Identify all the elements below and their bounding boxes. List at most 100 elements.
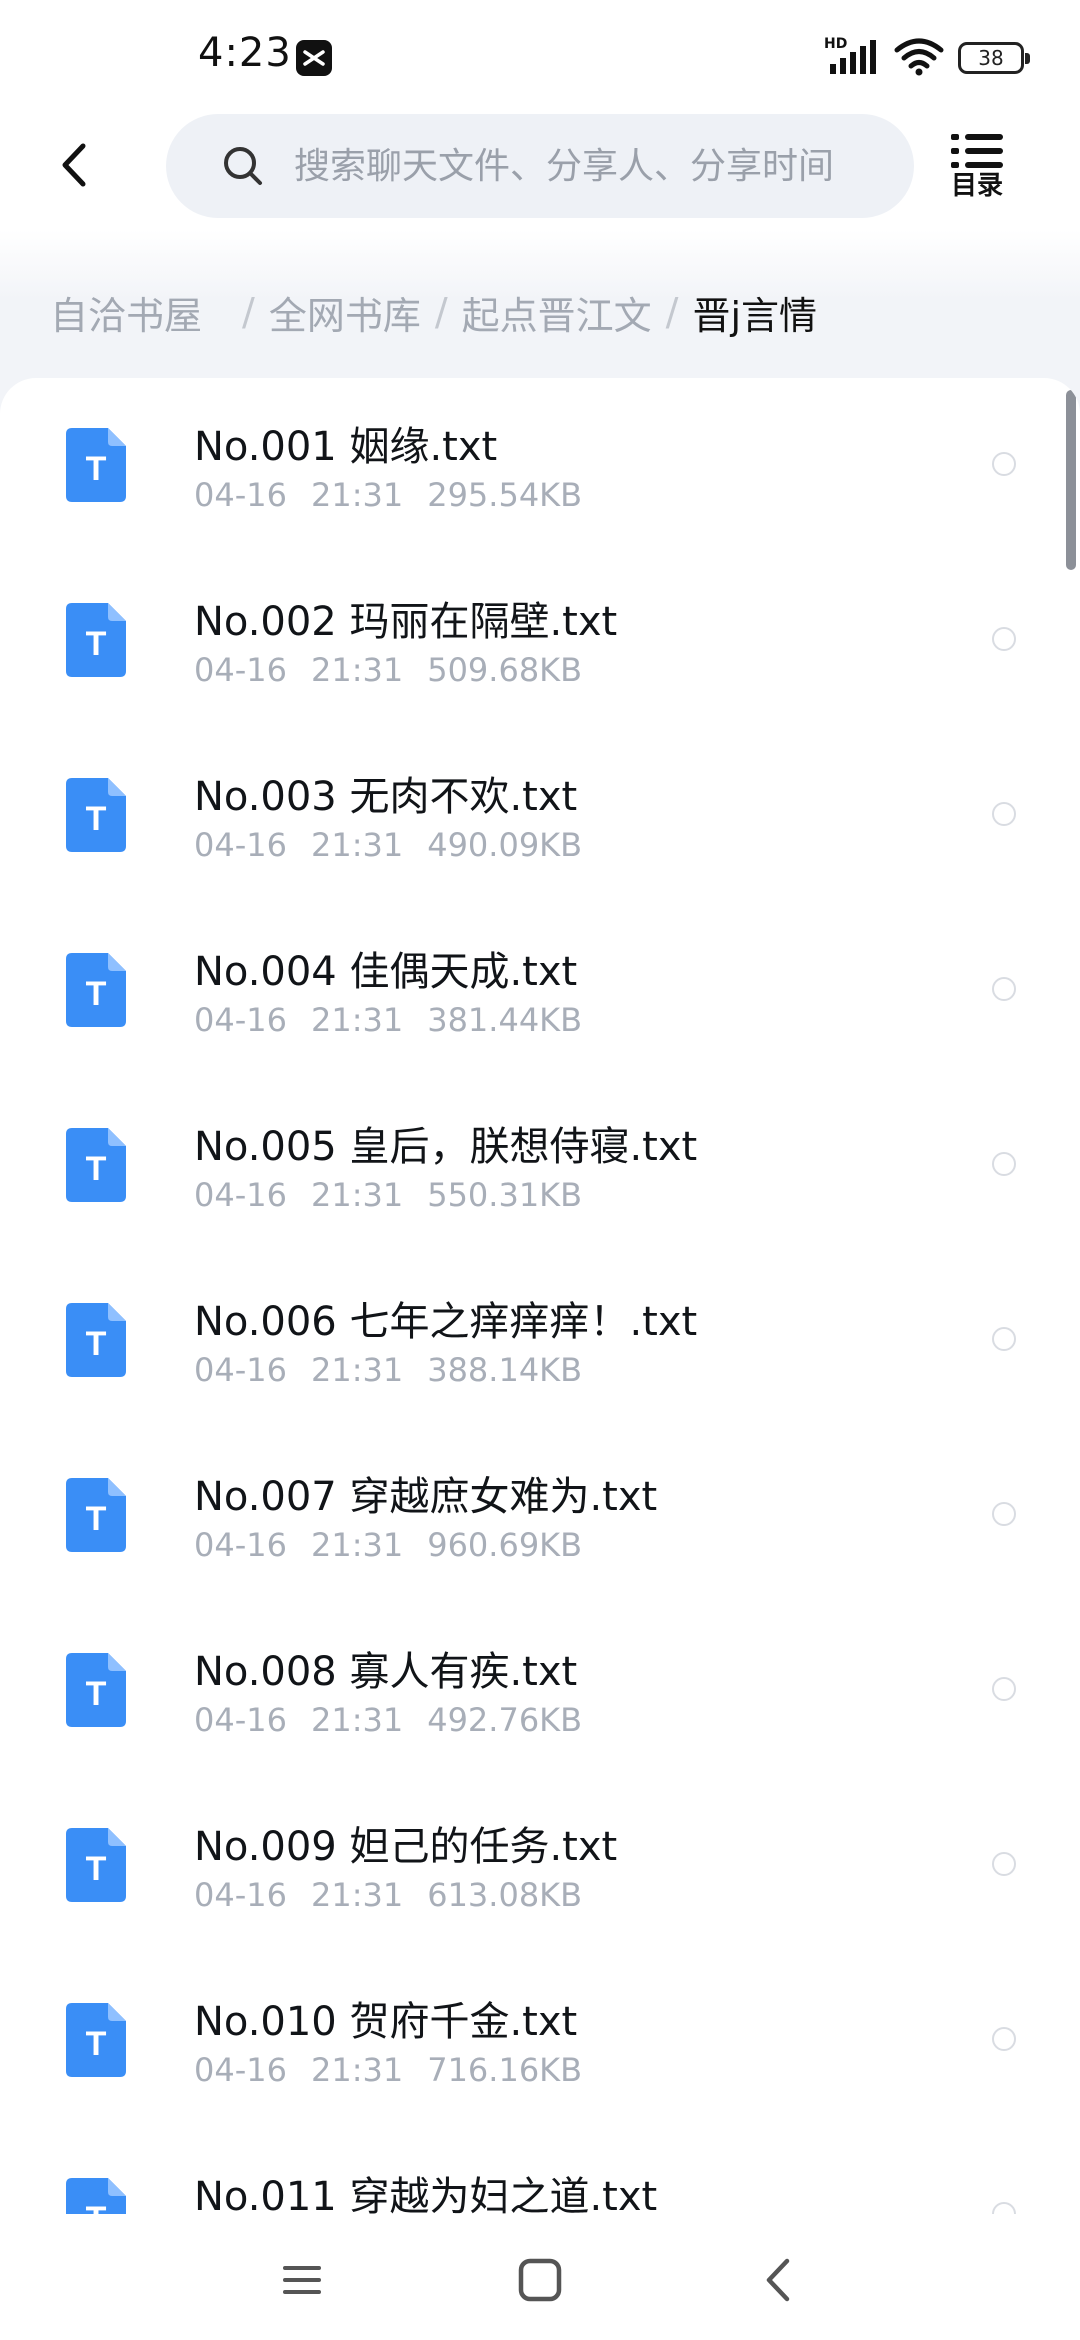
file-row[interactable]: T No.007 穿越庶女难为.txt 04-16 21:31 960.69KB bbox=[0, 1428, 1080, 1603]
file-row[interactable]: T No.002 玛丽在隔壁.txt 04-16 21:31 509.68KB bbox=[0, 553, 1080, 728]
file-name: No.002 玛丽在隔壁.txt bbox=[194, 599, 618, 645]
file-time: 21:31 bbox=[310, 1351, 404, 1389]
file-icon-letter: T bbox=[86, 800, 107, 838]
search-icon bbox=[224, 147, 262, 185]
breadcrumb-separator: / bbox=[242, 290, 255, 334]
text-file-icon: T bbox=[66, 1128, 126, 1202]
file-name: No.007 穿越庶女难为.txt bbox=[194, 1474, 658, 1520]
text-file-icon: T bbox=[66, 603, 126, 677]
file-name: No.006 七年之痒痒痒！.txt bbox=[194, 1299, 698, 1345]
square-icon bbox=[518, 2258, 562, 2302]
file-row[interactable]: T No.011 穿越为妇之道.txt bbox=[0, 2128, 1080, 2214]
file-size: 960.69KB bbox=[427, 1526, 583, 1564]
file-meta: 04-16 21:31 550.31KB bbox=[194, 1176, 606, 1214]
chevron-left-icon bbox=[62, 143, 86, 187]
file-time: 21:31 bbox=[310, 826, 404, 864]
file-date: 04-16 bbox=[194, 651, 287, 689]
file-size: 492.76KB bbox=[427, 1701, 583, 1739]
select-radio[interactable] bbox=[992, 1677, 1016, 1701]
breadcrumb-separator: / bbox=[434, 290, 448, 334]
breadcrumb: 自洽书屋 / 全网书库 / 起点晋江文 / 晋j言情 bbox=[50, 282, 817, 342]
signal-icon: HD bbox=[824, 36, 880, 78]
text-file-icon: T bbox=[66, 1303, 126, 1377]
file-time: 21:31 bbox=[310, 1176, 404, 1214]
file-list: T No.001 姻缘.txt 04-16 21:31 295.54KB T No.002 … bbox=[0, 378, 1080, 2214]
file-time: 21:31 bbox=[310, 476, 404, 514]
file-meta: 04-16 21:31 960.69KB bbox=[194, 1526, 606, 1564]
file-meta: 04-16 21:31 388.14KB bbox=[194, 1351, 606, 1389]
file-meta: 04-16 21:31 295.54KB bbox=[194, 476, 606, 514]
select-radio[interactable] bbox=[992, 627, 1016, 651]
select-radio[interactable] bbox=[992, 1152, 1016, 1176]
file-name: No.003 无肉不欢.txt bbox=[194, 774, 578, 820]
app-notification-icon bbox=[296, 40, 332, 76]
text-file-icon: T bbox=[66, 953, 126, 1027]
select-radio[interactable] bbox=[992, 1502, 1016, 1526]
file-row[interactable]: T No.004 佳偶天成.txt 04-16 21:31 381.44KB bbox=[0, 903, 1080, 1078]
file-meta: 04-16 21:31 716.16KB bbox=[194, 2051, 606, 2089]
file-meta: 04-16 21:31 492.76KB bbox=[194, 1701, 606, 1739]
file-size: 381.44KB bbox=[427, 1001, 583, 1039]
file-date: 04-16 bbox=[194, 826, 287, 864]
text-file-icon: T bbox=[66, 778, 126, 852]
file-time: 21:31 bbox=[310, 1526, 404, 1564]
file-icon-letter: T bbox=[86, 2025, 107, 2063]
wifi-icon bbox=[894, 36, 944, 80]
file-row[interactable]: T No.010 贺府千金.txt 04-16 21:31 716.16KB bbox=[0, 1953, 1080, 2128]
search-input[interactable] bbox=[292, 144, 896, 188]
breadcrumb-item[interactable]: 自洽书屋 bbox=[50, 285, 202, 340]
file-size: 295.54KB bbox=[427, 476, 583, 514]
nav-home-button[interactable] bbox=[510, 2250, 570, 2310]
file-time: 21:31 bbox=[310, 2051, 404, 2089]
battery-level: 38 bbox=[978, 46, 1004, 70]
file-size: 550.31KB bbox=[427, 1176, 583, 1214]
file-date: 04-16 bbox=[194, 1701, 287, 1739]
status-indicators: HD 38 bbox=[824, 36, 1030, 80]
list-icon bbox=[951, 134, 1003, 168]
select-radio[interactable] bbox=[992, 452, 1016, 476]
select-radio[interactable] bbox=[992, 977, 1016, 1001]
file-date: 04-16 bbox=[194, 1526, 287, 1564]
file-size: 716.16KB bbox=[427, 2051, 583, 2089]
file-name: No.008 寡人有疾.txt bbox=[194, 1649, 578, 1695]
nav-menu-button[interactable] bbox=[272, 2250, 332, 2310]
breadcrumb-item[interactable]: 起点晋江文 bbox=[462, 285, 652, 340]
select-radio[interactable] bbox=[992, 802, 1016, 826]
file-icon-letter: T bbox=[86, 625, 107, 663]
file-icon-letter: T bbox=[86, 975, 107, 1013]
file-row[interactable]: T No.005 皇后，朕想侍寝.txt 04-16 21:31 550.31KB bbox=[0, 1078, 1080, 1253]
file-date: 04-16 bbox=[194, 476, 287, 514]
file-name: No.001 姻缘.txt bbox=[194, 424, 498, 470]
file-row[interactable]: T No.009 妲己的任务.txt 04-16 21:31 613.08KB bbox=[0, 1778, 1080, 1953]
file-row[interactable]: T No.006 七年之痒痒痒！.txt 04-16 21:31 388.14KB bbox=[0, 1253, 1080, 1428]
select-radio[interactable] bbox=[992, 2202, 1016, 2214]
text-file-icon: T bbox=[66, 1653, 126, 1727]
file-meta: 04-16 21:31 509.68KB bbox=[194, 651, 606, 689]
select-radio[interactable] bbox=[992, 1852, 1016, 1876]
text-file-icon: T bbox=[66, 1828, 126, 1902]
file-icon-letter: T bbox=[86, 450, 107, 488]
file-row[interactable]: T No.001 姻缘.txt 04-16 21:31 295.54KB bbox=[0, 378, 1080, 553]
select-radio[interactable] bbox=[992, 1327, 1016, 1351]
breadcrumb-separator: / bbox=[665, 290, 679, 334]
nav-back-button[interactable] bbox=[748, 2250, 808, 2310]
select-radio[interactable] bbox=[992, 2027, 1016, 2051]
file-name: No.010 贺府千金.txt bbox=[194, 1999, 578, 2045]
file-date: 04-16 bbox=[194, 1351, 287, 1389]
file-row[interactable]: T No.003 无肉不欢.txt 04-16 21:31 490.09KB bbox=[0, 728, 1080, 903]
file-icon-letter: T bbox=[86, 1325, 107, 1363]
file-name: No.004 佳偶天成.txt bbox=[194, 949, 578, 995]
breadcrumb-item[interactable]: 全网书库 bbox=[269, 285, 421, 340]
search-box[interactable] bbox=[166, 114, 914, 218]
file-size: 509.68KB bbox=[427, 651, 583, 689]
battery-icon: 38 bbox=[958, 42, 1030, 74]
toc-button[interactable]: 目录 bbox=[944, 130, 1010, 210]
file-icon-letter: T bbox=[86, 1500, 107, 1538]
file-name: No.009 妲己的任务.txt bbox=[194, 1824, 618, 1870]
file-row[interactable]: T No.008 寡人有疾.txt 04-16 21:31 492.76KB bbox=[0, 1603, 1080, 1778]
toc-label: 目录 bbox=[950, 171, 1003, 201]
file-icon-letter: T bbox=[86, 1675, 107, 1713]
back-button[interactable] bbox=[40, 130, 110, 200]
file-icon-letter: T bbox=[86, 1150, 107, 1188]
file-size: 613.08KB bbox=[427, 1876, 583, 1914]
